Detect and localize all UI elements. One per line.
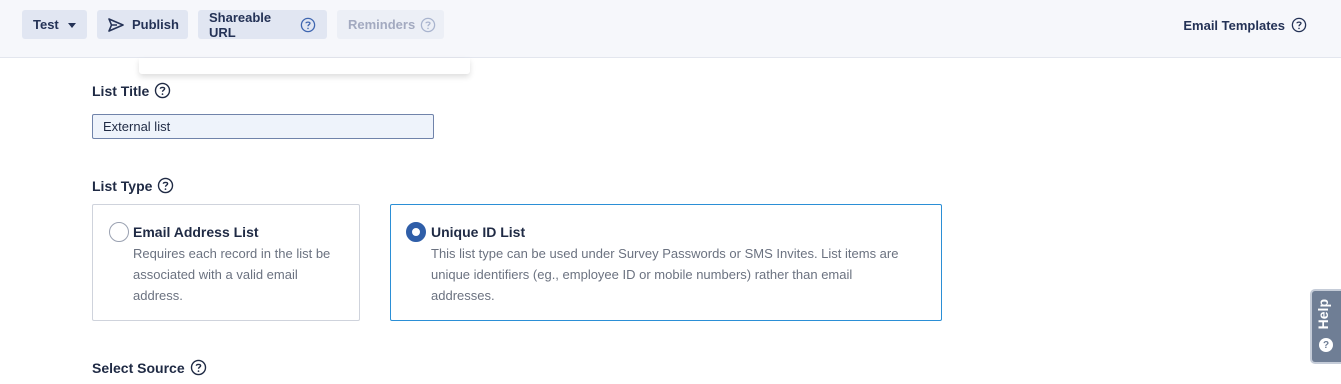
unique-id-list-option[interactable]: Unique ID List This list type can be use… xyxy=(390,204,942,321)
help-circle-icon[interactable] xyxy=(154,82,171,99)
select-source-text: Select Source xyxy=(92,359,185,376)
reminders-button[interactable]: Reminders xyxy=(337,10,444,39)
email-templates-link[interactable]: Email Templates xyxy=(1183,17,1307,33)
publish-button[interactable]: Publish xyxy=(97,10,188,39)
list-title-input[interactable] xyxy=(92,114,434,139)
help-circle-icon xyxy=(420,17,436,33)
desc-line: associated with a valid email xyxy=(133,267,298,282)
send-icon xyxy=(108,17,124,32)
option-description: This list type can be used under Survey … xyxy=(431,243,898,306)
select-source-label: Select Source xyxy=(92,359,207,376)
option-title: Unique ID List xyxy=(431,224,526,240)
radio-button[interactable] xyxy=(109,222,129,242)
email-templates-label: Email Templates xyxy=(1183,17,1285,33)
help-circle-icon[interactable] xyxy=(190,359,207,376)
help-tab[interactable]: Help ? xyxy=(1310,289,1341,364)
reminders-label: Reminders xyxy=(348,17,416,32)
caret-down-icon xyxy=(67,23,76,28)
option-title: Email Address List xyxy=(133,224,259,240)
help-circle-icon xyxy=(1291,17,1307,33)
desc-line: addresses. xyxy=(431,288,495,303)
email-address-list-option[interactable]: Email Address List Requires each record … xyxy=(92,204,360,321)
list-type-label: List Type xyxy=(92,177,174,194)
publish-label: Publish xyxy=(132,17,179,32)
radio-button-selected[interactable] xyxy=(406,222,426,242)
shareable-url-button[interactable]: Shareable URL xyxy=(198,9,327,40)
shareable-url-label: Shareable URL xyxy=(209,9,272,40)
desc-line: This list type can be used under Survey … xyxy=(431,246,899,261)
desc-line: Requires each record in the list be xyxy=(133,246,331,261)
help-circle-icon xyxy=(300,17,316,33)
help-label: Help xyxy=(1315,299,1331,330)
list-type-text: List Type xyxy=(92,177,153,194)
desc-line: address. xyxy=(133,288,183,303)
dropdown-panel xyxy=(139,58,470,74)
test-label: Test xyxy=(33,17,59,32)
desc-line: unique identifiers (eg., employee ID or … xyxy=(431,267,853,282)
list-title-label: List Title xyxy=(92,82,171,99)
question-icon: ? xyxy=(1319,338,1333,352)
list-title-text: List Title xyxy=(92,82,150,99)
top-toolbar: Test Publish Shareable URL Reminders Ema… xyxy=(0,0,1341,58)
test-dropdown-button[interactable]: Test xyxy=(22,10,87,39)
help-circle-icon[interactable] xyxy=(157,177,174,194)
option-description: Requires each record in the list be asso… xyxy=(133,243,330,306)
